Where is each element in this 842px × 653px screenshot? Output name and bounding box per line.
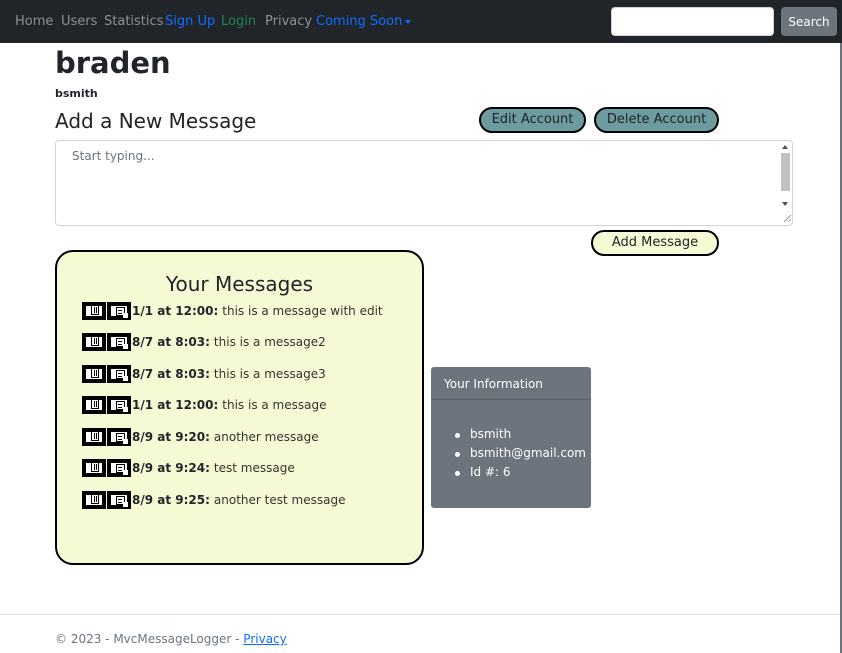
info-username: bsmith xyxy=(444,425,586,444)
edit-note-icon xyxy=(110,305,129,319)
message-time: 1/1 at 12:00: xyxy=(132,398,219,412)
trash-icon xyxy=(85,493,103,506)
message-time: 8/7 at 8:03: xyxy=(132,367,210,381)
edit-message-button[interactable] xyxy=(107,365,131,383)
message-item: 1/1 at 12:00: this is a message with edit xyxy=(82,301,383,321)
message-text: this is a message xyxy=(222,398,327,412)
edit-message-button[interactable] xyxy=(107,428,131,446)
trash-icon xyxy=(85,304,103,317)
resize-grip-icon[interactable] xyxy=(784,215,791,222)
edit-message-button[interactable] xyxy=(107,333,131,351)
user-info-card: Your Information bsmith bsmith@gmail.com… xyxy=(431,367,591,508)
edit-message-button[interactable] xyxy=(107,396,131,414)
footer: © 2023 - MvcMessageLogger - Privacy xyxy=(55,631,287,647)
message-item: 8/9 at 9:20: another message xyxy=(82,427,319,447)
info-id: Id #: 6 xyxy=(444,463,586,482)
delete-message-button[interactable] xyxy=(82,365,106,383)
trash-icon xyxy=(85,335,103,348)
edit-note-icon xyxy=(110,336,129,350)
edit-account-button[interactable]: Edit Account xyxy=(479,107,586,133)
info-card-title: Your Information xyxy=(431,367,591,400)
messages-title: Your Messages xyxy=(165,272,314,296)
delete-message-button[interactable] xyxy=(82,333,106,351)
new-message-heading: Add a New Message xyxy=(55,109,257,133)
footer-copyright: © 2023 - MvcMessageLogger - xyxy=(55,632,244,646)
scroll-thumb[interactable] xyxy=(781,153,790,191)
message-text: this is a message with edit xyxy=(222,304,383,318)
chevron-down-icon xyxy=(405,19,412,24)
message-text: another message xyxy=(213,430,319,444)
message-time: 8/9 at 9:25: xyxy=(132,493,210,507)
navbar: Home Users Statistics Sign Up Login Priv… xyxy=(0,0,842,43)
edit-message-button[interactable] xyxy=(107,491,131,509)
edit-message-button[interactable] xyxy=(107,459,131,477)
trash-icon xyxy=(85,367,103,380)
delete-message-button[interactable] xyxy=(82,302,106,320)
edit-note-icon xyxy=(110,462,129,476)
nav-signup-link[interactable]: Sign Up xyxy=(165,14,215,30)
trash-icon xyxy=(85,398,103,411)
message-text: test message xyxy=(213,461,295,475)
delete-message-button[interactable] xyxy=(82,396,106,414)
message-textarea[interactable] xyxy=(55,140,793,226)
message-item: 8/9 at 9:25: another test message xyxy=(82,490,345,510)
message-item: 8/7 at 8:03: this is a message2 xyxy=(82,332,326,352)
info-list: bsmith bsmith@gmail.com Id #: 6 xyxy=(444,425,586,482)
nav-statistics-link[interactable]: Statistics xyxy=(104,14,163,30)
profile-display-name: braden xyxy=(55,46,171,80)
info-email: bsmith@gmail.com xyxy=(444,444,586,463)
scroll-down-arrow-icon[interactable] xyxy=(782,202,788,206)
add-message-button[interactable]: Add Message xyxy=(591,230,719,256)
nav-coming-soon-label: Coming Soon xyxy=(316,14,403,29)
profile-username: bsmith xyxy=(55,87,98,100)
textarea-scrollbar[interactable] xyxy=(778,141,792,225)
nav-users-link[interactable]: Users xyxy=(61,14,97,30)
delete-message-button[interactable] xyxy=(82,428,106,446)
message-time: 8/7 at 8:03: xyxy=(132,335,210,349)
edit-note-icon xyxy=(110,368,129,382)
delete-message-button[interactable] xyxy=(82,459,106,477)
delete-message-button[interactable] xyxy=(82,491,106,509)
message-time: 1/1 at 12:00: xyxy=(132,304,219,318)
messages-panel: Your Messages 1/1 at 12:00: this is a mes… xyxy=(55,250,424,565)
message-time: 8/9 at 9:24: xyxy=(132,461,210,475)
edit-note-icon xyxy=(110,431,129,445)
nav-privacy-link[interactable]: Privacy xyxy=(265,14,312,30)
nav-home-link[interactable]: Home xyxy=(15,14,53,30)
nav-login-link[interactable]: Login xyxy=(221,14,256,30)
delete-account-button[interactable]: Delete Account xyxy=(594,107,719,133)
search-button[interactable]: Search xyxy=(781,7,837,36)
message-text: this is a message2 xyxy=(213,335,326,349)
edit-note-icon xyxy=(110,399,129,413)
scroll-up-arrow-icon[interactable] xyxy=(782,145,788,149)
edit-note-icon xyxy=(110,494,129,508)
edit-message-button[interactable] xyxy=(107,302,131,320)
search-input[interactable] xyxy=(611,7,774,36)
message-item: 8/9 at 9:24: test message xyxy=(82,458,295,478)
message-time: 8/9 at 9:20: xyxy=(132,430,210,444)
message-text: another test message xyxy=(213,493,346,507)
trash-icon xyxy=(85,430,103,443)
footer-divider xyxy=(0,614,840,615)
trash-icon xyxy=(85,461,103,474)
message-text: this is a message3 xyxy=(213,367,326,381)
message-item: 1/1 at 12:00: this is a message xyxy=(82,395,327,415)
message-item: 8/7 at 8:03: this is a message3 xyxy=(82,364,326,384)
nav-coming-soon-dropdown[interactable]: Coming Soon xyxy=(316,14,412,30)
footer-privacy-link[interactable]: Privacy xyxy=(243,632,286,646)
